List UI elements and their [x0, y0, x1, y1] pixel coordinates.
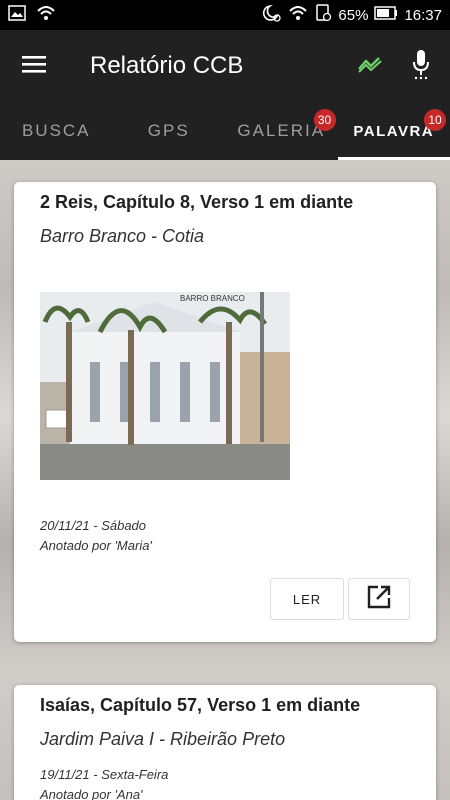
open-external-button[interactable] [348, 578, 410, 620]
card-date: 19/11/21 - Sexta-Feira [40, 767, 169, 782]
menu-icon [22, 54, 48, 79]
tab-gps[interactable]: GPS [113, 102, 226, 160]
trend-button[interactable] [346, 30, 396, 102]
mic-icon [410, 48, 432, 85]
photo-caption: BARRO BRANCO [180, 294, 245, 303]
trend-icon [357, 54, 385, 79]
status-bar: 65% 16:37 [0, 0, 450, 30]
card-date: 20/11/21 - Sábado [40, 518, 147, 533]
card-title: 2 Reis, Capítulo 8, Verso 1 em diante [40, 192, 354, 212]
image-icon [8, 5, 26, 25]
tab-label: GPS [147, 121, 190, 140]
battery-percent: 65% [338, 6, 369, 24]
list-item[interactable]: 2 Reis, Capítulo 8, Verso 1 em diante Ba… [14, 182, 436, 642]
sim-icon [314, 4, 332, 26]
church-photo: BARRO BRANCO [40, 292, 290, 480]
tab-label: BUSCA [21, 121, 91, 140]
open-in-new-icon [366, 584, 392, 615]
clock: 16:37 [404, 6, 442, 24]
tab-galeria[interactable]: GALERIA 30 [225, 102, 338, 160]
read-button[interactable]: LER [270, 578, 344, 620]
wifi-icon [36, 5, 56, 25]
content-list[interactable]: 2 Reis, Capítulo 8, Verso 1 em diante Ba… [0, 160, 450, 800]
tab-badge: 30 [313, 109, 336, 131]
tab-bar: BUSCA GPS GALERIA 30 PALAVRA 10 [0, 102, 450, 160]
battery-icon [374, 6, 398, 24]
card-location: Jardim Paiva I - Ribeirão Preto [40, 729, 286, 749]
card-author: Anotado por 'Ana' [40, 787, 143, 800]
card-location: Barro Branco - Cotia [40, 226, 205, 246]
mic-button[interactable] [396, 30, 446, 102]
card-title: Isaías, Capítulo 57, Verso 1 em diante [40, 695, 361, 715]
tab-badge: 10 [424, 109, 446, 131]
tab-label: GALERIA [237, 121, 326, 140]
app-title: Relatório CCB [90, 52, 244, 79]
moon-icon [260, 4, 282, 26]
menu-button[interactable] [0, 30, 70, 102]
list-item[interactable]: Isaías, Capítulo 57, Verso 1 em diante J… [14, 685, 436, 800]
tab-label: PALAVRA [353, 122, 435, 140]
tab-busca[interactable]: BUSCA [0, 102, 113, 160]
card-author: Anotado por 'Maria' [40, 538, 152, 553]
app-bar: Relatório CCB [0, 30, 450, 102]
wifi-signal-icon [288, 5, 308, 25]
tab-palavra[interactable]: PALAVRA 10 [337, 102, 450, 160]
